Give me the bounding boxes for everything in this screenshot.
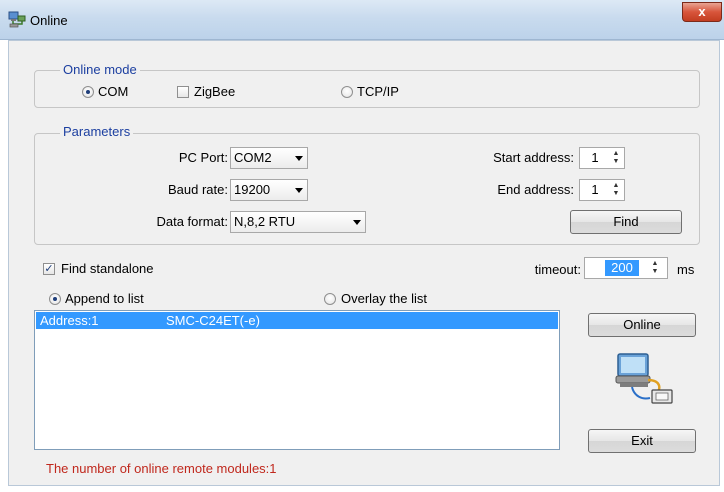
chevron-down-icon xyxy=(353,220,361,225)
status-text: The number of online remote modules:1 xyxy=(46,461,277,476)
checkmark-icon: ✓ xyxy=(44,263,54,275)
com-label[interactable]: COM xyxy=(98,84,128,99)
device-model: SMC-C24ET(-e) xyxy=(166,313,260,328)
exit-button[interactable]: Exit xyxy=(588,429,696,453)
overlay-list-radio[interactable] xyxy=(324,293,336,305)
pc-port-label: PC Port: xyxy=(178,150,228,165)
zigbee-checkbox[interactable] xyxy=(177,86,189,98)
end-address-value: 1 xyxy=(591,182,599,197)
parameters-title: Parameters xyxy=(60,124,134,139)
baud-rate-select[interactable]: 19200 xyxy=(230,179,308,201)
zigbee-label[interactable]: ZigBee xyxy=(194,84,235,99)
timeout-label: timeout: xyxy=(534,262,581,277)
tcpip-label[interactable]: TCP/IP xyxy=(357,84,399,99)
computer-connection-icon xyxy=(612,350,676,406)
timeout-unit: ms xyxy=(677,262,695,277)
baud-rate-value: 19200 xyxy=(234,182,271,197)
online-mode-title: Online mode xyxy=(60,62,140,77)
title-bar[interactable]: Online x xyxy=(0,0,724,40)
baud-rate-label: Baud rate: xyxy=(168,182,228,197)
device-list[interactable]: Address:1 SMC-C24ET(-e) xyxy=(34,310,560,450)
chevron-down-icon xyxy=(295,156,303,161)
data-format-select[interactable]: N,8,2 RTU xyxy=(230,211,366,233)
device-address: Address:1 xyxy=(40,313,99,328)
find-standalone-checkbox[interactable]: ✓ xyxy=(43,263,55,275)
end-address-label: End address: xyxy=(497,182,574,197)
spin-arrows-icon[interactable]: ▲ ▼ xyxy=(610,150,622,166)
window-title: Online xyxy=(30,13,68,28)
append-to-list-label[interactable]: Append to list xyxy=(65,291,144,306)
tcpip-radio[interactable] xyxy=(341,86,353,98)
timeout-value: 200 xyxy=(605,260,639,276)
pc-port-select[interactable]: COM2 xyxy=(230,147,308,169)
timeout-spinner[interactable]: 200 ▲ ▼ xyxy=(584,257,668,279)
spin-arrows-icon[interactable]: ▲ ▼ xyxy=(610,182,622,198)
close-button[interactable]: x xyxy=(682,2,722,22)
list-item[interactable]: Address:1 SMC-C24ET(-e) xyxy=(36,312,558,329)
start-address-value: 1 xyxy=(591,150,599,165)
network-computer-icon xyxy=(8,10,26,28)
append-to-list-radio[interactable] xyxy=(49,293,61,305)
com-radio[interactable] xyxy=(82,86,94,98)
online-button[interactable]: Online xyxy=(588,313,696,337)
start-address-spinner[interactable]: 1 ▲ ▼ xyxy=(579,147,625,169)
close-icon: x xyxy=(698,4,706,19)
find-button[interactable]: Find xyxy=(570,210,682,234)
data-format-label: Data format: xyxy=(156,214,228,229)
end-address-spinner[interactable]: 1 ▲ ▼ xyxy=(579,179,625,201)
data-format-value: N,8,2 RTU xyxy=(234,214,296,229)
chevron-down-icon xyxy=(295,188,303,193)
find-standalone-label[interactable]: Find standalone xyxy=(61,261,154,276)
spin-arrows-icon[interactable]: ▲ ▼ xyxy=(649,260,661,276)
overlay-list-label[interactable]: Overlay the list xyxy=(341,291,427,306)
start-address-label: Start address: xyxy=(493,150,574,165)
pc-port-value: COM2 xyxy=(234,150,272,165)
